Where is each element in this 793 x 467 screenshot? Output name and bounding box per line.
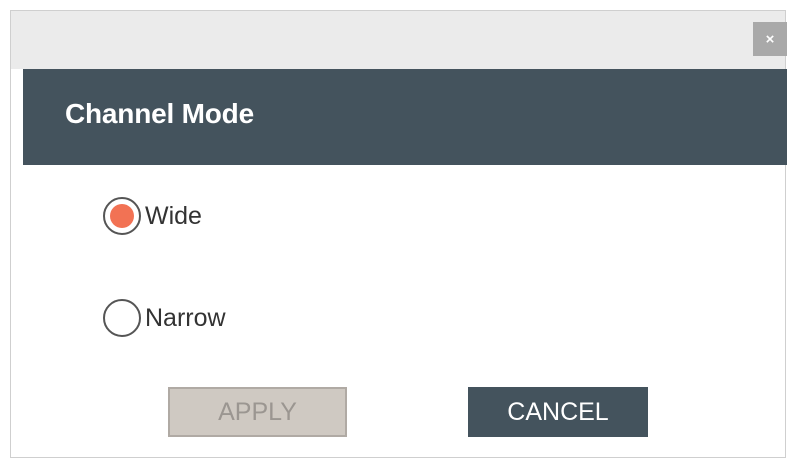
channel-mode-dialog: × Channel Mode Wide Narrow APPLY CANCEL (10, 10, 787, 458)
apply-button[interactable]: APPLY (168, 387, 347, 437)
radio-label-wide[interactable]: Wide (145, 202, 202, 231)
dialog-titlebar: × (11, 11, 787, 69)
dialog-header: Channel Mode (23, 69, 787, 165)
radio-button-narrow[interactable] (103, 299, 141, 337)
radio-option-wide[interactable]: Wide (103, 197, 202, 235)
close-icon: × (765, 30, 775, 48)
close-button[interactable]: × (753, 22, 787, 56)
cancel-button[interactable]: CANCEL (468, 387, 648, 437)
radio-label-narrow[interactable]: Narrow (145, 304, 226, 333)
dialog-title: Channel Mode (65, 98, 254, 129)
radio-option-narrow[interactable]: Narrow (103, 299, 226, 337)
radio-selected-dot (110, 204, 134, 228)
radio-button-wide[interactable] (103, 197, 141, 235)
